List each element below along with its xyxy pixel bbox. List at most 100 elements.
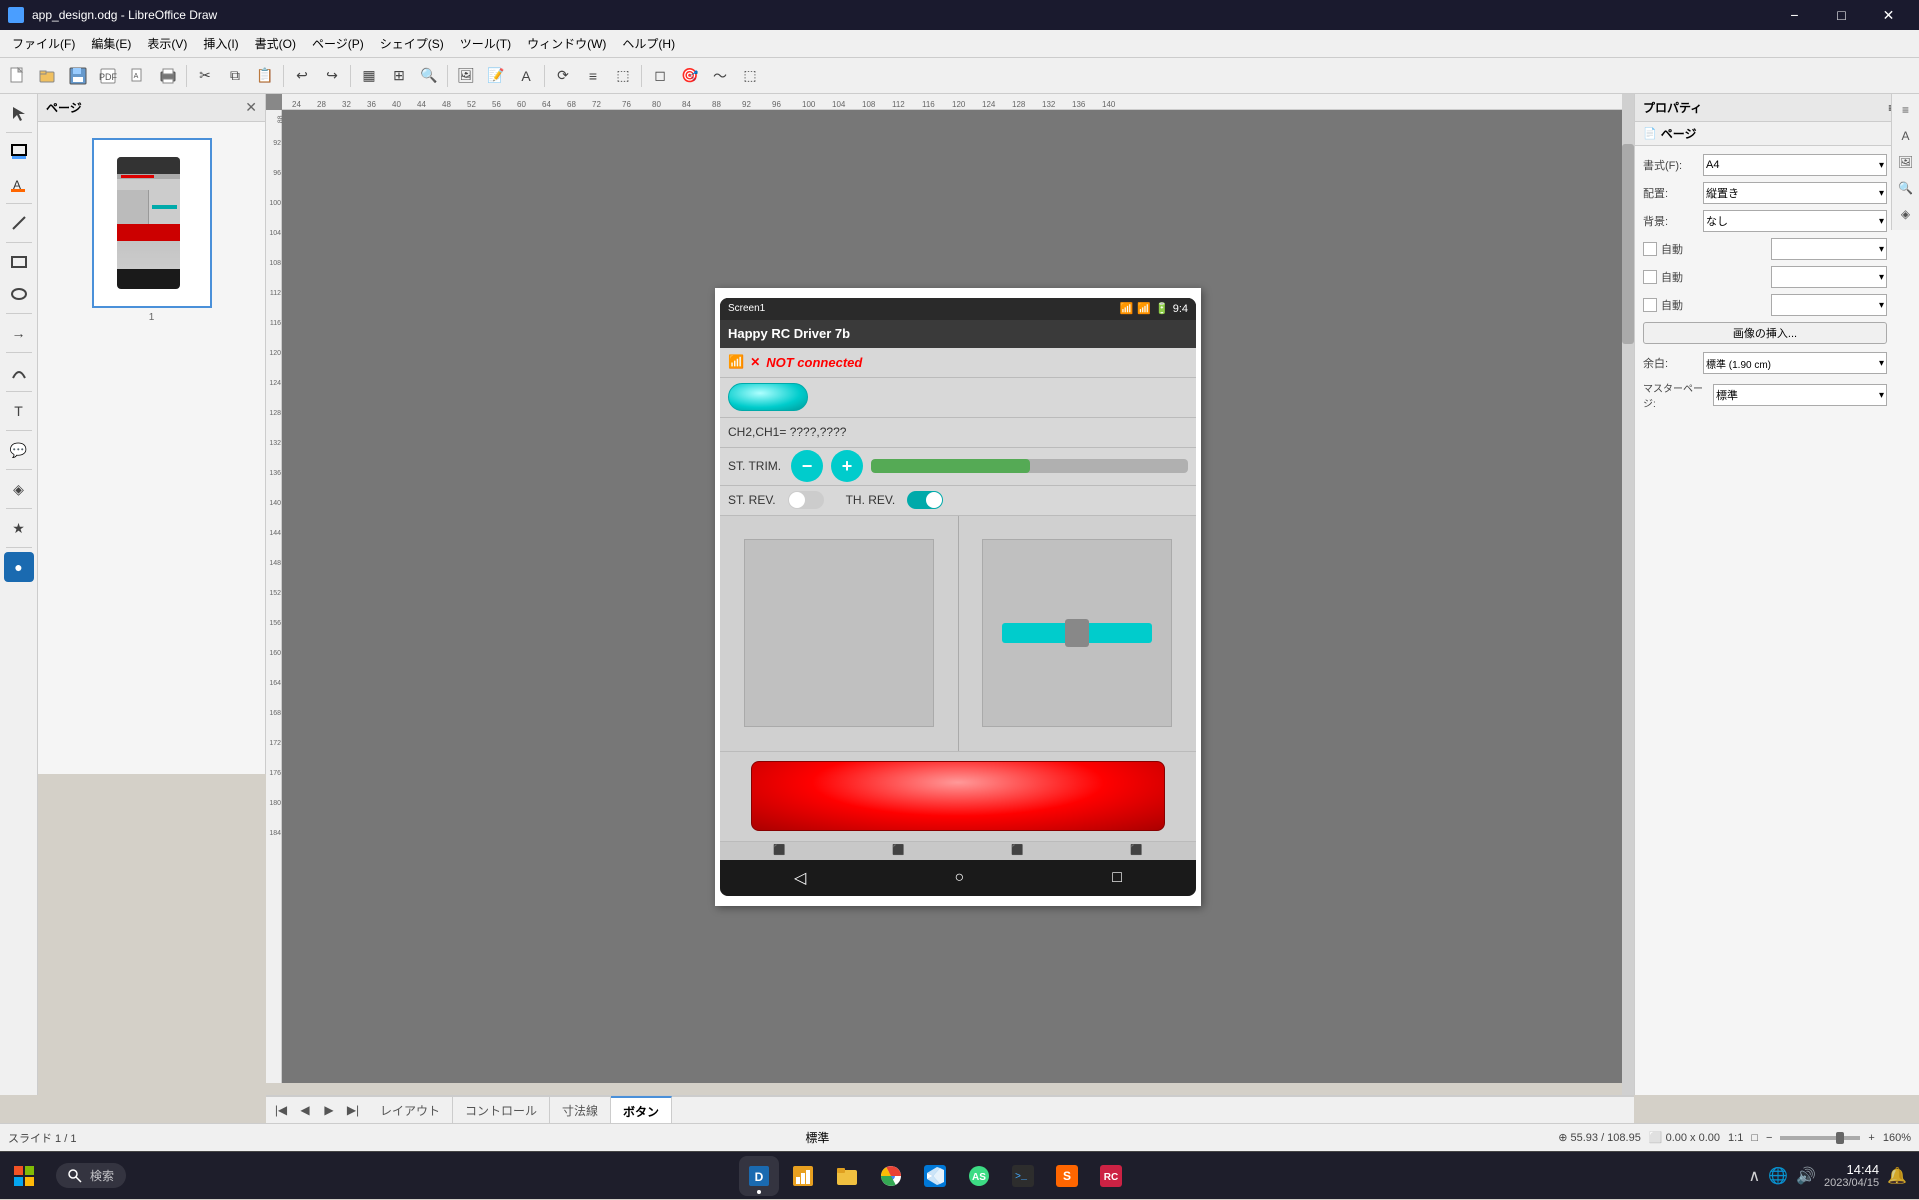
master-page-select[interactable]: 標準 ▾ — [1713, 384, 1887, 406]
transform-button[interactable]: ⟳ — [549, 62, 577, 90]
menu-help[interactable]: ヘルプ(H) — [614, 31, 683, 56]
text-box-button[interactable]: 📝 — [482, 62, 510, 90]
trim-plus-button[interactable]: + — [831, 450, 863, 482]
menu-page[interactable]: ページ(P) — [304, 31, 372, 56]
menu-tools[interactable]: ツール(T) — [452, 31, 519, 56]
props-icon-styles[interactable]: ≡ — [1894, 98, 1918, 122]
zoom-in-icon[interactable]: + — [1868, 1132, 1874, 1144]
throttle-slider-thumb[interactable] — [1065, 619, 1089, 647]
format-select[interactable]: A4 ▾ — [1703, 154, 1887, 176]
bg-select[interactable]: なし ▾ — [1703, 210, 1887, 232]
export-button[interactable]: PDF — [94, 62, 122, 90]
new-button[interactable] — [4, 62, 32, 90]
align-button[interactable]: ≡ — [579, 62, 607, 90]
taskbar-app-chart[interactable] — [783, 1156, 823, 1196]
taskbar-volume-icon[interactable]: 🔊 — [1796, 1166, 1816, 1186]
st-rev-toggle[interactable] — [788, 491, 824, 509]
red-action-button[interactable] — [751, 761, 1165, 831]
taskbar-app-vscode[interactable] — [915, 1156, 955, 1196]
menu-shape[interactable]: シェイプ(S) — [372, 31, 452, 56]
nav-home-icon[interactable]: ○ — [954, 869, 964, 887]
grid-button[interactable]: ▦ — [355, 62, 383, 90]
insert-image-button[interactable]: 画像の挿入... — [1643, 322, 1887, 344]
canvas-vertical-scrollbar[interactable] — [1622, 94, 1634, 1095]
select-button[interactable]: ⬚ — [736, 62, 764, 90]
trim-minus-button[interactable]: − — [791, 450, 823, 482]
snap-button[interactable]: ⊞ — [385, 62, 413, 90]
zoom-button[interactable]: 🔍 — [415, 62, 443, 90]
tool-line-color[interactable] — [4, 137, 34, 167]
margin-select[interactable]: 標準 (1.90 cm) ▾ — [1703, 352, 1887, 374]
view-normal-icon[interactable]: □ — [1751, 1132, 1758, 1144]
menu-format[interactable]: 書式(O) — [247, 31, 304, 56]
checkbox-1[interactable] — [1643, 242, 1657, 256]
menu-window[interactable]: ウィンドウ(W) — [519, 31, 614, 56]
open-button[interactable] — [34, 62, 62, 90]
taskbar-notification-icon[interactable]: 🔔 — [1887, 1166, 1907, 1186]
menu-view[interactable]: 表示(V) — [139, 31, 195, 56]
tab-layout[interactable]: レイアウト — [368, 1096, 453, 1124]
checkbox-2[interactable] — [1643, 270, 1657, 284]
tab-last-button[interactable]: ▶| — [342, 1099, 364, 1121]
tool-rectangle[interactable] — [4, 247, 34, 277]
start-button[interactable] — [0, 1152, 48, 1200]
taskbar-app-android-studio[interactable]: AS — [959, 1156, 999, 1196]
nav-recents-icon[interactable]: □ — [1112, 869, 1122, 887]
tool-line[interactable] — [4, 208, 34, 238]
tool-fill-color[interactable]: A — [4, 169, 34, 199]
pages-panel-close[interactable]: ✕ — [245, 99, 257, 116]
tab-control[interactable]: コントロール — [453, 1096, 550, 1124]
tool-arrow[interactable]: → — [4, 318, 34, 348]
tab-next-button[interactable]: ▶ — [318, 1099, 340, 1121]
tool-ellipse[interactable] — [4, 279, 34, 309]
checkbox-1-select[interactable]: ▾ — [1771, 238, 1887, 260]
image-button[interactable]: 🖼 — [452, 62, 480, 90]
taskbar-app-chrome[interactable] — [871, 1156, 911, 1196]
group-button[interactable]: ⬚ — [609, 62, 637, 90]
tool-flow[interactable]: ◈ — [4, 474, 34, 504]
cyan-pill-button[interactable] — [728, 383, 808, 411]
checkbox-2-select[interactable]: ▾ — [1771, 266, 1887, 288]
left-joystick[interactable] — [720, 516, 959, 751]
copy-button[interactable]: ⧉ — [221, 62, 249, 90]
curves-button[interactable]: 〜 — [706, 62, 734, 90]
taskbar-chevron-icon[interactable]: ∧ — [1748, 1166, 1760, 1186]
taskbar-network-icon[interactable]: 🌐 — [1768, 1166, 1788, 1186]
checkbox-3[interactable] — [1643, 298, 1657, 312]
props-icon-gallery[interactable]: 🖼 — [1894, 150, 1918, 174]
taskbar-app-terminal[interactable]: >_ — [1003, 1156, 1043, 1196]
canvas-vscroll-thumb[interactable] — [1622, 144, 1634, 344]
menu-edit[interactable]: 編集(E) — [83, 31, 139, 56]
props-icon-func[interactable]: ◈ — [1894, 202, 1918, 226]
zoom-out-icon[interactable]: − — [1766, 1132, 1772, 1144]
paste-button[interactable]: 📋 — [251, 62, 279, 90]
maximize-button[interactable]: □ — [1819, 0, 1864, 30]
tab-prev-button[interactable]: ◀ — [294, 1099, 316, 1121]
tab-first-button[interactable]: |◀ — [270, 1099, 292, 1121]
cut-button[interactable]: ✂ — [191, 62, 219, 90]
props-icon-format[interactable]: A — [1894, 124, 1918, 148]
undo-button[interactable]: ↩ — [288, 62, 316, 90]
zoom-slider[interactable] — [1780, 1136, 1860, 1140]
page-thumbnail[interactable] — [92, 138, 212, 308]
tab-button[interactable]: ボタン — [611, 1096, 672, 1124]
tool-text[interactable]: T — [4, 396, 34, 426]
menu-file[interactable]: ファイル(F) — [4, 31, 83, 56]
3d-button[interactable]: 🎯 — [676, 62, 704, 90]
close-button[interactable]: ✕ — [1866, 0, 1911, 30]
tool-select[interactable] — [4, 98, 34, 128]
save-button[interactable] — [64, 62, 92, 90]
redo-button[interactable]: ↪ — [318, 62, 346, 90]
tool-special[interactable]: ● — [4, 552, 34, 582]
menu-insert[interactable]: 挿入(I) — [195, 31, 246, 56]
taskbar-clock[interactable]: 14:44 2023/04/15 — [1824, 1162, 1879, 1189]
taskbar-app-special[interactable]: S — [1047, 1156, 1087, 1196]
taskbar-search-box[interactable]: 検索 — [56, 1163, 126, 1188]
shadow-button[interactable]: ◻ — [646, 62, 674, 90]
minimize-button[interactable]: − — [1772, 0, 1817, 30]
th-rev-toggle[interactable] — [907, 491, 943, 509]
taskbar-app-files[interactable] — [827, 1156, 867, 1196]
checkbox-3-select[interactable]: ▾ — [1771, 294, 1887, 316]
nav-back-icon[interactable]: ◁ — [794, 868, 806, 888]
taskbar-app-game[interactable]: RC — [1091, 1156, 1131, 1196]
